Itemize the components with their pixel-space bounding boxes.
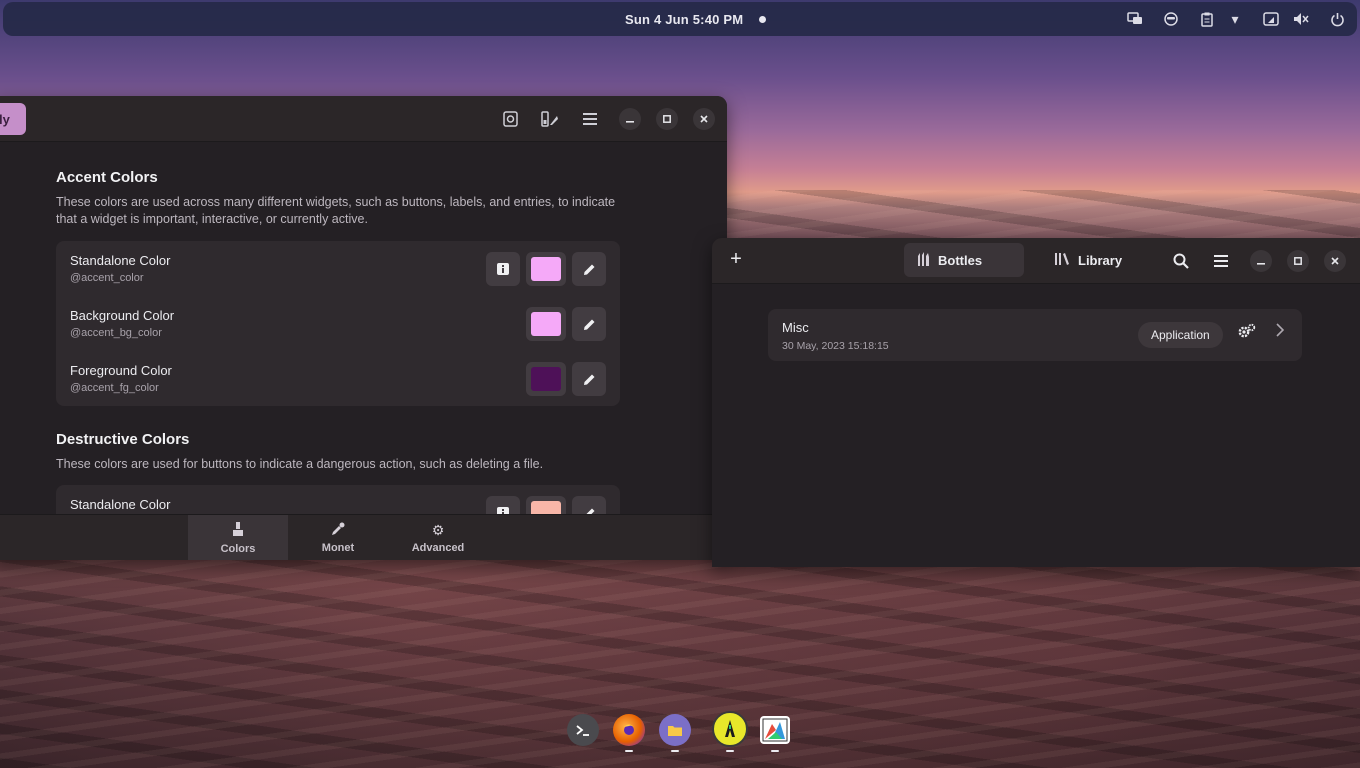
maximize-button[interactable] xyxy=(656,108,678,130)
running-indicator xyxy=(771,750,779,752)
tab-colors[interactable]: Colors xyxy=(188,515,288,560)
bottles-icon[interactable] xyxy=(712,711,748,747)
tab-library[interactable]: Library xyxy=(1042,243,1134,277)
row-variable: @accent_fg_color xyxy=(70,382,159,394)
bottles-icon xyxy=(916,251,930,269)
screens-icon[interactable] xyxy=(1123,10,1147,28)
destructive-colors-group: Standalone Color xyxy=(56,485,620,514)
row-variable: @accent_bg_color xyxy=(70,327,162,339)
search-icon[interactable] xyxy=(1170,250,1192,272)
info-button[interactable] xyxy=(486,252,520,286)
bottles-window: + Bottles Library Misc 30 May, 2023 15:1… xyxy=(712,238,1360,567)
tab-monet[interactable]: Monet xyxy=(288,515,388,560)
accent-foreground-row: Foreground Color @accent_fg_color xyxy=(56,351,620,406)
tab-label: Advanced xyxy=(411,542,465,554)
running-indicator xyxy=(726,750,734,752)
tab-advanced[interactable]: ⚙ Advanced xyxy=(388,515,488,560)
files-icon[interactable] xyxy=(659,714,691,746)
library-icon xyxy=(1054,252,1070,269)
destructive-standalone-row: Standalone Color xyxy=(56,485,620,514)
palette-icon[interactable] xyxy=(539,108,561,130)
bottle-name: Misc xyxy=(782,320,809,335)
header-bar: ly xyxy=(0,96,727,142)
notification-dot xyxy=(759,16,766,23)
main-menu-icon[interactable] xyxy=(579,108,601,130)
clock[interactable]: Sun 4 Jun 5:40 PM xyxy=(625,12,743,27)
colors-page[interactable]: Accent Colors These colors are used acro… xyxy=(0,143,727,514)
screenshot-icon[interactable] xyxy=(499,108,521,130)
clipboard-icon[interactable] xyxy=(1195,10,1219,28)
environment-badge: Application xyxy=(1138,322,1223,348)
system-tray: ▾ xyxy=(1111,10,1349,28)
edit-color-button[interactable] xyxy=(572,362,606,396)
eyedropper-icon xyxy=(331,522,345,539)
view-switcher-bar: Colors Monet ⚙ Advanced xyxy=(0,514,727,560)
terminal-icon[interactable] xyxy=(567,714,599,746)
bottle-row[interactable]: Misc 30 May, 2023 15:18:15 Application xyxy=(768,309,1302,361)
edit-color-button[interactable] xyxy=(572,307,606,341)
chevron-right-icon[interactable] xyxy=(1276,323,1285,342)
accent-colors-title: Accent Colors xyxy=(56,169,158,186)
accent-standalone-row: Standalone Color @accent_color xyxy=(56,241,620,296)
volume-muted-icon[interactable] xyxy=(1289,10,1313,28)
tab-label: Library xyxy=(1078,252,1123,268)
running-indicator xyxy=(625,750,633,752)
color-swatch-button[interactable] xyxy=(526,362,566,396)
top-bar: Sun 4 Jun 5:40 PM ▾ xyxy=(3,2,1357,36)
apply-button[interactable]: ly xyxy=(0,103,26,135)
row-title: Foreground Color xyxy=(70,363,172,378)
close-button[interactable] xyxy=(693,108,715,130)
main-menu-icon[interactable] xyxy=(1210,250,1232,272)
bottle-date: 30 May, 2023 15:18:15 xyxy=(782,340,889,352)
color-swatch-button[interactable] xyxy=(526,496,566,514)
tab-label: Colors xyxy=(220,542,256,555)
minimize-button[interactable] xyxy=(619,108,641,130)
power-icon[interactable] xyxy=(1325,10,1349,28)
dropdown-icon[interactable]: ▾ xyxy=(1223,10,1247,28)
tab-label: Bottles xyxy=(938,252,983,268)
row-variable: @accent_color xyxy=(70,272,144,284)
color-swatch-button[interactable] xyxy=(526,252,566,286)
maximize-button[interactable] xyxy=(1287,250,1309,272)
tab-label: Monet xyxy=(321,542,355,554)
row-title: Standalone Color xyxy=(70,497,171,512)
tab-bottles[interactable]: Bottles xyxy=(904,243,1024,277)
edit-color-button[interactable] xyxy=(572,496,606,514)
close-button[interactable] xyxy=(1324,250,1346,272)
info-button[interactable] xyxy=(486,496,520,514)
color-swatch-button[interactable] xyxy=(526,307,566,341)
accent-colors-group: Standalone Color @accent_color Backgroun… xyxy=(56,241,620,406)
gradience-window: ly Accent Colors These colors are used a… xyxy=(0,96,727,560)
row-title: Background Color xyxy=(70,308,175,323)
smiley-icon[interactable] xyxy=(1159,10,1183,28)
run-executable-icon[interactable] xyxy=(1238,323,1256,344)
accent-background-row: Background Color @accent_bg_color xyxy=(56,296,620,351)
gear-icon: ⚙ xyxy=(431,522,445,538)
gradience-icon[interactable] xyxy=(760,716,790,744)
row-title: Standalone Color xyxy=(70,253,171,268)
dock xyxy=(560,706,800,754)
edit-color-button[interactable] xyxy=(572,252,606,286)
accent-colors-description: These colors are used across many differ… xyxy=(56,195,616,226)
add-bottle-button[interactable]: + xyxy=(726,248,746,271)
running-indicator xyxy=(671,750,679,752)
minimize-button[interactable] xyxy=(1250,250,1272,272)
destructive-colors-description: These colors are used for buttons to ind… xyxy=(56,457,544,471)
header-bar: + Bottles Library xyxy=(712,238,1360,284)
brush-icon xyxy=(232,521,244,540)
destructive-colors-title: Destructive Colors xyxy=(56,431,190,448)
firefox-icon[interactable] xyxy=(613,714,645,746)
network-icon[interactable] xyxy=(1259,10,1283,28)
